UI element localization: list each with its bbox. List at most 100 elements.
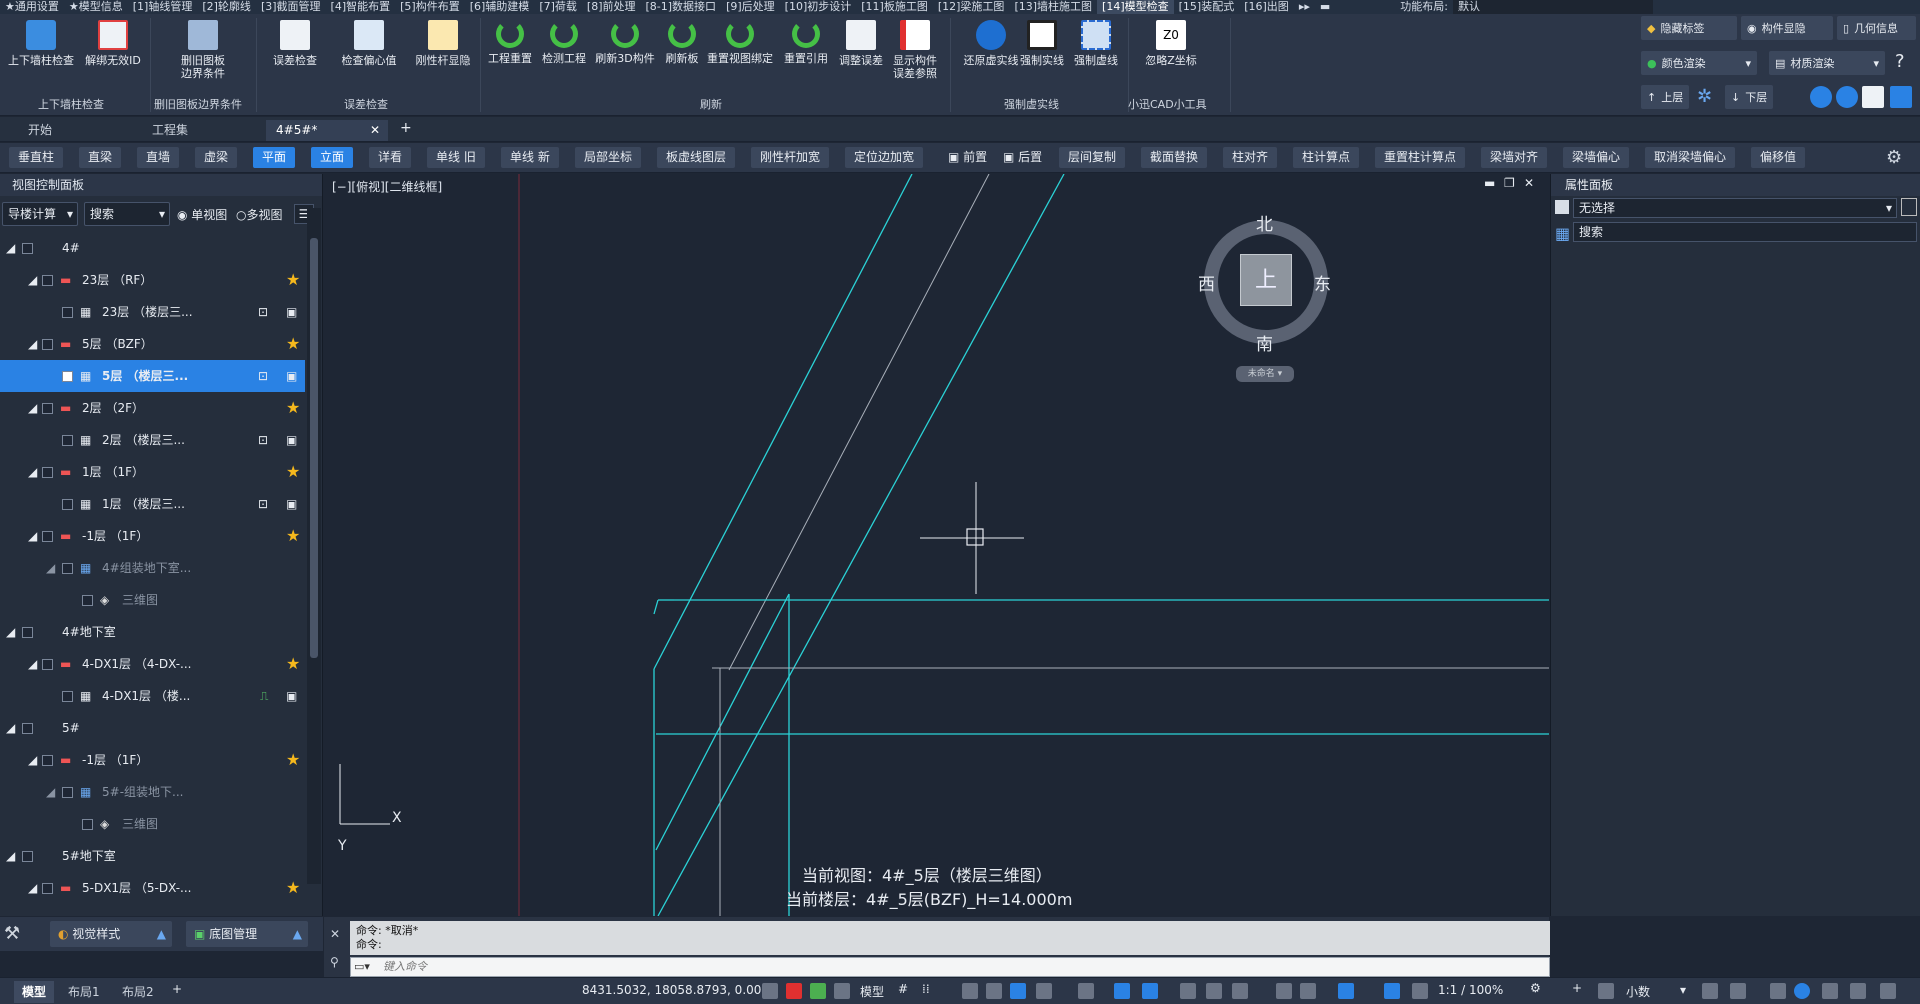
tab-4-5[interactable]: 4#5#* ✕ (266, 120, 388, 141)
tool-bring-front[interactable]: ▣ 前置 (939, 147, 996, 168)
collapse-icon[interactable]: ◢ (28, 456, 37, 488)
window-icon[interactable]: ▬ (1315, 0, 1335, 14)
gear-icon[interactable]: ✲ (1697, 86, 1719, 108)
collapse-icon[interactable]: ◢ (6, 712, 15, 744)
menu-item[interactable]: [11]板施工图 (856, 0, 933, 14)
menu-item[interactable]: [2]轮廓线 (197, 0, 256, 14)
infer-icon[interactable] (986, 983, 1002, 999)
menu-item[interactable]: [4]智能布置 (326, 0, 396, 14)
tool-cancel-eccentric[interactable]: 取消梁墙偏心 (1645, 147, 1736, 168)
save-icon[interactable]: ▣ (286, 488, 297, 520)
snap-mode-icon[interactable] (962, 983, 978, 999)
tree-checkbox[interactable] (62, 787, 73, 798)
tool-detail[interactable]: 详看 (369, 147, 412, 168)
collapse-icon[interactable]: ◢ (28, 744, 37, 776)
compass-east[interactable]: 东 (1314, 270, 1331, 295)
tool-rigid-widen[interactable]: 刚性杆加宽 (751, 147, 830, 168)
compass-west[interactable]: 西 (1198, 270, 1215, 295)
material-render-select[interactable]: ▤ 材质渲染 ▾ (1769, 51, 1885, 75)
tree-checkbox[interactable] (62, 307, 73, 318)
3d-snap-icon[interactable] (1276, 983, 1292, 999)
tab-start[interactable]: 开始 (18, 120, 140, 141)
tree-item-2f-3d[interactable]: ▦ 2层 （楼层三... ⊡ ▣ (0, 424, 305, 456)
view-icon[interactable]: ⊡ (258, 488, 268, 520)
refresh-board-button[interactable]: 刷新板 (658, 20, 706, 65)
menu-item[interactable]: [10]初步设计 (780, 0, 857, 14)
tree-checkbox-checked[interactable] (62, 371, 73, 382)
wrench-icon[interactable]: ⚲ (330, 955, 339, 969)
tool-locate-edge-widen[interactable]: 定位边加宽 (845, 147, 924, 168)
collapse-icon[interactable]: ◢ (28, 520, 37, 552)
menu-item[interactable]: [12]梁施工图 (933, 0, 1010, 14)
collapse-icon[interactable]: ◢ (6, 232, 15, 264)
cursor-select-icon[interactable] (786, 983, 802, 999)
collapse-icon[interactable]: ◢ (6, 840, 15, 872)
polar-icon[interactable] (1036, 983, 1052, 999)
tool-beam-wall-align[interactable]: 梁墙对齐 (1481, 147, 1548, 168)
tools-icon[interactable]: ⚒ (4, 923, 20, 944)
star-icon[interactable]: ★ (286, 520, 300, 552)
tree-checkbox[interactable] (22, 243, 33, 254)
adjust-error-button[interactable]: 调整误差 (834, 20, 888, 67)
tree-checkbox[interactable] (62, 691, 73, 702)
menu-item[interactable]: [8]前处理 (582, 0, 641, 14)
color-render-select[interactable]: ● 颜色渲染 ▾ (1641, 51, 1757, 75)
scrollbar-thumb[interactable] (310, 238, 318, 658)
collapse-icon[interactable]: ◢ (28, 264, 37, 296)
quick-props-icon[interactable] (1702, 983, 1718, 999)
isodraft-icon[interactable] (1078, 983, 1094, 999)
help-icon[interactable]: ? (1895, 51, 1905, 72)
tree-checkbox[interactable] (42, 659, 53, 670)
star-icon[interactable]: ★ (286, 456, 300, 488)
zoom-out-icon[interactable] (1836, 86, 1858, 108)
star-icon[interactable]: ★ (286, 328, 300, 360)
star-icon[interactable]: ★ (286, 648, 300, 680)
layout-select[interactable]: 默认 (1452, 0, 1653, 14)
tree-checkbox[interactable] (82, 819, 93, 830)
tree-checkbox[interactable] (62, 499, 73, 510)
tree-item-5-b1[interactable]: ◢ ▬ -1层 （1F） ★ (0, 744, 305, 776)
menu-item[interactable]: [16]出图 (1239, 0, 1294, 14)
wall-column-check-button[interactable]: 上下墙柱检查 (4, 20, 78, 67)
tree-checkbox[interactable] (42, 339, 53, 350)
person-icon[interactable] (834, 983, 850, 999)
tree-checkbox[interactable] (42, 531, 53, 542)
annotation-scale[interactable]: 1:1 / 100% (1438, 983, 1503, 997)
search-dropdown[interactable]: 搜索 ▾ (84, 202, 170, 226)
menu-item[interactable]: [6]辅助建模 (465, 0, 535, 14)
layer-icon[interactable] (810, 983, 826, 999)
tree-item-5-assembled[interactable]: ◢ ▦ 5#-组装地下... (0, 776, 305, 808)
view-icon[interactable]: ⊡ (258, 296, 268, 328)
tree-item-2f[interactable]: ◢ ▬ 2层 （2F） ★ (0, 392, 305, 424)
dot-grid-icon[interactable]: ⁞⁞ (922, 982, 930, 996)
view-icon[interactable]: ⊡ (258, 360, 268, 392)
tree-item-5-basement[interactable]: ◢ 5#地下室 (0, 840, 305, 872)
tree-item-4-basement[interactable]: ◢ 4#地下室 (0, 616, 305, 648)
tree-item-23f[interactable]: ◢ ▬ 23层 （RF） ★ (0, 264, 305, 296)
view-icon[interactable]: ⊡ (258, 424, 268, 456)
hide-tag-button[interactable]: ◆ 隐藏标签 (1641, 16, 1737, 40)
tree-item-b1[interactable]: ◢ ▬ -1层 （1F） ★ (0, 520, 305, 552)
force-solid-button[interactable]: 强制实线 (1014, 20, 1070, 67)
fullscreen-icon[interactable] (1850, 983, 1866, 999)
calc-dropdown[interactable]: 导楼计算 ▾ (2, 202, 78, 226)
collapse-icon[interactable]: ◢ (6, 616, 15, 648)
add-layout-icon[interactable]: + (172, 982, 182, 996)
refresh-3d-button[interactable]: 刷新3D构件 (590, 20, 660, 65)
tree-item-1f-3d[interactable]: ▦ 1层 （楼层三... ⊡ ▣ (0, 488, 305, 520)
workspace-gear-icon[interactable]: ⚙ (1530, 981, 1541, 995)
tool-elevation[interactable]: 立面 (311, 147, 354, 168)
tool-single-line-new[interactable]: 单线 新 (501, 147, 559, 168)
tree-item-5[interactable]: ◢ 5# (0, 712, 305, 744)
tool-floor-copy[interactable]: 层间复制 (1059, 147, 1126, 168)
add-tab-icon[interactable]: + (400, 120, 412, 136)
hardware-accel-icon[interactable] (1770, 983, 1786, 999)
star-icon[interactable]: ★ (286, 744, 300, 776)
selection-filter-icon[interactable] (1338, 983, 1354, 999)
collapse-icon[interactable]: ◢ (46, 776, 55, 808)
delete-old-board-button[interactable]: 删旧图板 边界条件 (168, 20, 238, 80)
ortho-icon[interactable] (1010, 983, 1026, 999)
collapse-icon[interactable]: ◢ (28, 392, 37, 424)
tab-layout-1[interactable]: 布局1 (60, 981, 108, 1003)
snap-icon[interactable] (762, 983, 778, 999)
